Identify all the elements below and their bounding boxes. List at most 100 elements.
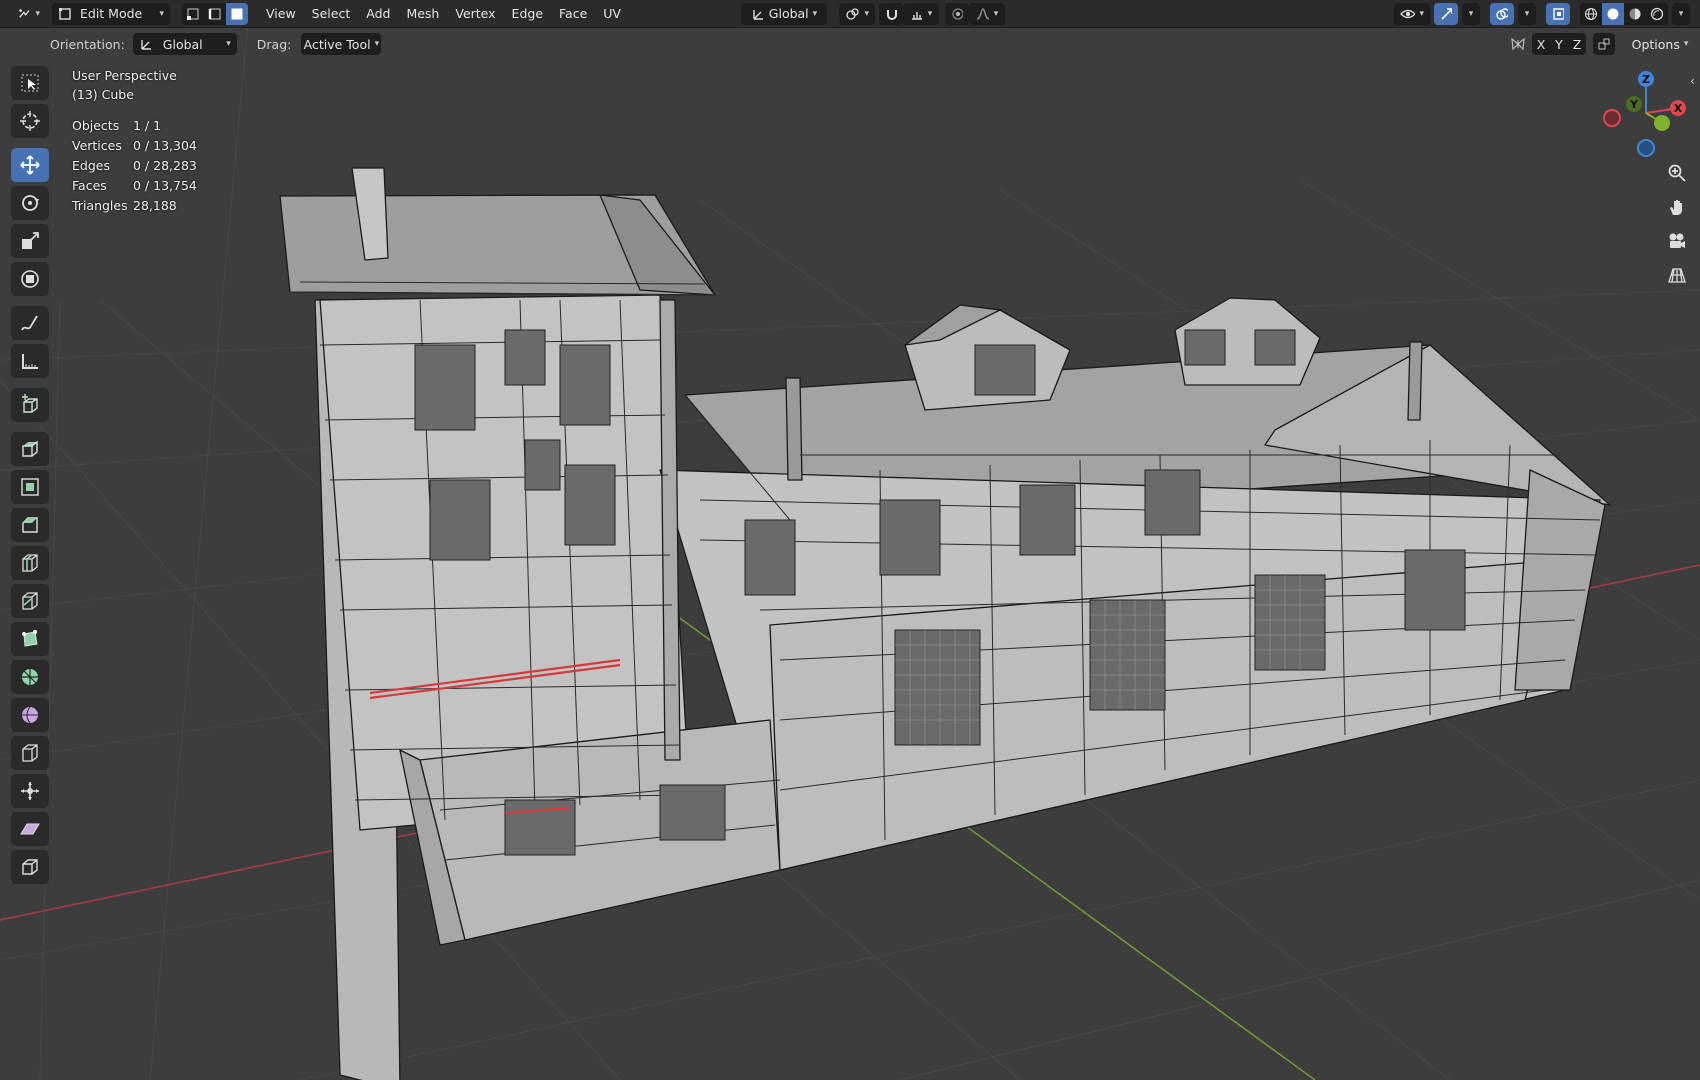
tool-shear[interactable] <box>11 812 49 846</box>
mirror-x-button[interactable]: X <box>1532 33 1550 55</box>
gizmo-neg-x[interactable] <box>1603 109 1621 127</box>
menu-edge[interactable]: Edge <box>504 3 551 25</box>
camera-view-button[interactable] <box>1662 226 1692 256</box>
hand-icon <box>1670 200 1682 215</box>
mirror-z-button[interactable]: Z <box>1568 33 1586 55</box>
tool-inset-faces[interactable] <box>11 470 49 504</box>
gizmo-toggle[interactable] <box>1434 2 1458 25</box>
solid-shading-button[interactable] <box>1602 2 1624 25</box>
tool-cursor[interactable] <box>11 104 49 138</box>
tool-edge-slide[interactable] <box>11 736 49 770</box>
gizmo-z-label: Z <box>1642 73 1650 86</box>
rip-region-icon <box>22 859 38 875</box>
overlays-icon <box>1496 7 1508 20</box>
proportional-falloff-dropdown[interactable]: ▾ <box>968 2 1005 25</box>
pivot-point-dropdown[interactable]: ▾ <box>838 2 875 25</box>
tool-knife[interactable] <box>11 584 49 618</box>
pan-view-button[interactable] <box>1662 192 1692 222</box>
stat-label: Edges <box>72 158 110 173</box>
pivot-point-icon <box>846 7 859 20</box>
overlays-dropdown[interactable]: ▾ <box>1518 2 1536 25</box>
mirror-icon-button[interactable] <box>1507 33 1529 55</box>
tool-bevel[interactable] <box>11 508 49 542</box>
transform-orientation-dropdown[interactable]: Global ▾ <box>740 2 827 25</box>
zoom-view-button[interactable] <box>1662 158 1692 188</box>
perspective-toggle-button[interactable] <box>1662 260 1692 290</box>
menu-select[interactable]: Select <box>304 3 359 25</box>
face-select-button[interactable] <box>226 2 248 25</box>
options-dropdown[interactable]: Options ▾ <box>1628 33 1692 55</box>
header-right-group: ▾ ▾ ▾ ▾ <box>1394 2 1690 25</box>
mirror-options-group: X Y Z Options ▾ <box>1507 33 1692 55</box>
tool-add-cube[interactable] <box>11 388 49 422</box>
menu-add[interactable]: Add <box>358 3 398 25</box>
visibility-dropdown[interactable]: ▾ <box>1394 2 1430 25</box>
move-icon <box>20 155 40 175</box>
tool-poly-build[interactable] <box>11 622 49 656</box>
chevron-down-icon: ▾ <box>1678 8 1684 19</box>
select-box-icon <box>21 74 39 92</box>
tool-select-box[interactable] <box>11 66 49 100</box>
butterfly-icon <box>1511 37 1525 51</box>
tool-smooth[interactable] <box>11 698 49 732</box>
viewport-text-overlay: User Perspective (13) Cube Objects 1 / 1… <box>72 66 197 216</box>
shading-dropdown[interactable]: ▾ <box>1672 2 1690 25</box>
gizmo-y[interactable] <box>1654 115 1670 131</box>
tool-rotate[interactable] <box>11 186 49 220</box>
navigation-gizmo[interactable]: Z X Y <box>1596 68 1696 168</box>
edge-select-button[interactable] <box>204 2 226 25</box>
gizmo-dropdown[interactable]: ▾ <box>1462 2 1480 25</box>
tool-scale[interactable] <box>11 224 49 258</box>
gizmo-neg-z[interactable] <box>1637 139 1655 157</box>
tool-shrink-fatten[interactable] <box>11 774 49 808</box>
rendered-shading-button[interactable] <box>1646 2 1668 25</box>
mode-dropdown[interactable]: Edit Mode ▾ <box>52 2 170 25</box>
tool-measure[interactable] <box>11 344 49 378</box>
proportional-edit-toggle[interactable] <box>944 2 969 25</box>
camera-icon <box>1669 233 1685 248</box>
chevron-down-icon: ▾ <box>864 8 869 19</box>
face-select-icon <box>231 8 243 19</box>
menu-view[interactable]: View <box>258 3 304 25</box>
stat-row-vertices: Vertices 0 / 13,304 <box>72 136 197 156</box>
drag-value: Active Tool <box>303 36 371 52</box>
tool-loop-cut[interactable] <box>11 546 49 580</box>
auto-merge-button[interactable] <box>1593 33 1615 55</box>
add-cube-icon <box>22 394 38 413</box>
bevel-icon <box>22 517 38 533</box>
vertex-select-icon <box>187 8 199 20</box>
overlays-toggle[interactable] <box>1490 2 1514 25</box>
tool-annotate[interactable] <box>11 306 49 340</box>
tool-spin[interactable] <box>11 660 49 694</box>
orientation-value: Global <box>162 36 203 52</box>
menu-uv[interactable]: UV <box>595 3 629 25</box>
wireframe-shading-button[interactable] <box>1580 2 1602 25</box>
poly-build-icon <box>22 630 38 647</box>
drag-dropdown[interactable]: Active Tool ▾ <box>301 33 382 55</box>
tool-transform[interactable] <box>11 262 49 296</box>
menu-mesh[interactable]: Mesh <box>398 3 447 25</box>
orientation-dropdown[interactable]: Global ▾ <box>132 33 237 55</box>
sidebar-toggle-arrow[interactable]: ‹ <box>1690 74 1695 88</box>
scale-icon <box>22 232 39 249</box>
tool-extrude-region[interactable] <box>11 432 49 466</box>
proportional-edit-icon <box>952 7 963 20</box>
menu-face[interactable]: Face <box>551 3 595 25</box>
mirror-axis-group: X Y Z <box>1532 33 1586 55</box>
stat-label: Objects <box>72 118 120 133</box>
orientation-icon <box>141 40 151 50</box>
tool-rip-region[interactable] <box>11 850 49 884</box>
chevron-down-icon: ▾ <box>159 8 164 19</box>
viewport-3d[interactable] <box>0 0 1700 1080</box>
stat-label: Vertices <box>72 138 122 153</box>
menu-vertex[interactable]: Vertex <box>447 3 503 25</box>
material-shading-button[interactable] <box>1624 2 1646 25</box>
xray-toggle[interactable] <box>1546 2 1570 25</box>
tool-move[interactable] <box>11 148 49 182</box>
wireframe-sphere-icon <box>1585 7 1597 20</box>
vertex-select-button[interactable] <box>182 2 204 25</box>
editor-type-button[interactable]: ▾ <box>12 3 46 25</box>
snap-target-dropdown[interactable]: ▾ <box>902 2 939 25</box>
mirror-y-button[interactable]: Y <box>1550 33 1568 55</box>
snap-toggle[interactable] <box>878 2 903 25</box>
